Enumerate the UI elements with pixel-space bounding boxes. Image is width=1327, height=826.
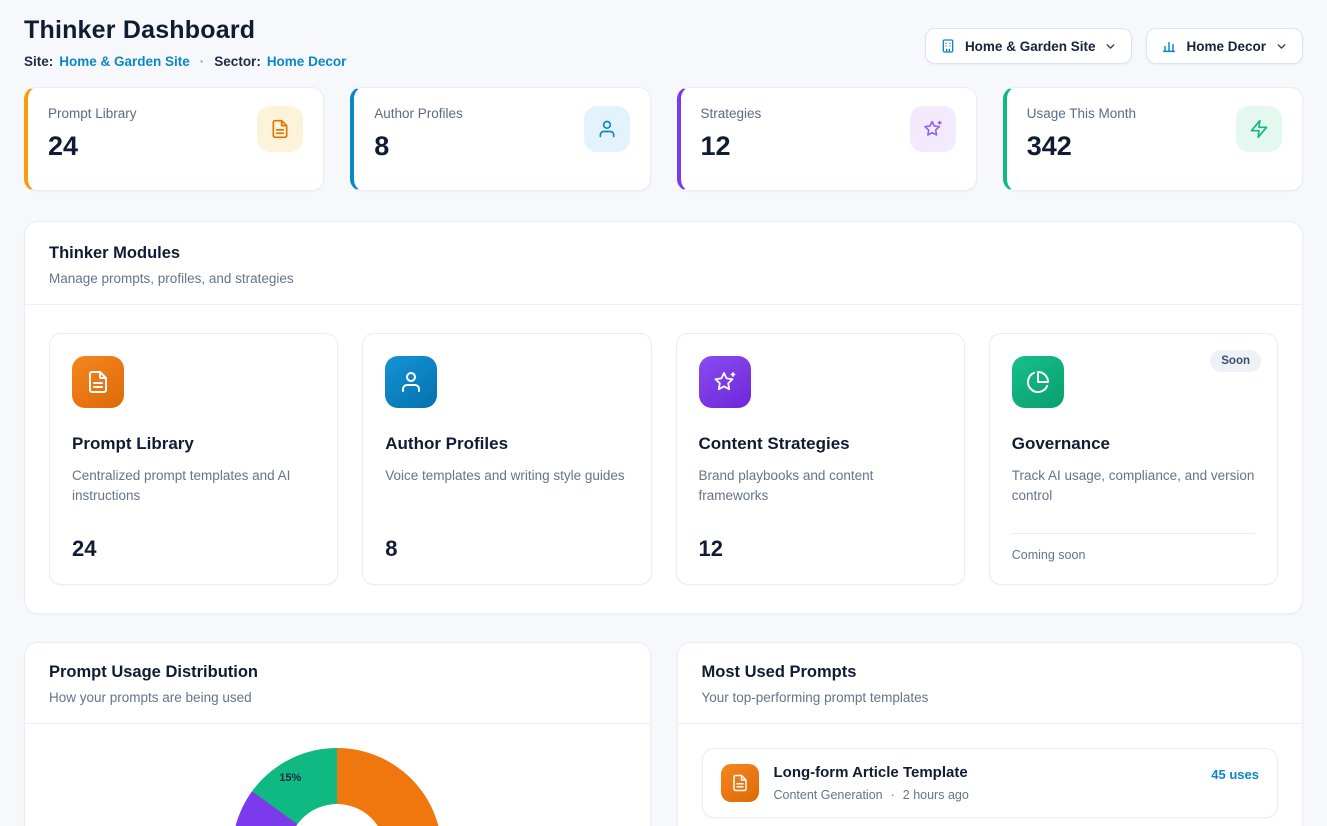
thinker-modules-section: Thinker Modules Manage prompts, profiles…	[24, 221, 1303, 614]
prompt-item-text: Long-form Article Template Content Gener…	[774, 764, 1197, 802]
most-used-prompts-panel: Most Used Prompts Your top-performing pr…	[677, 642, 1304, 826]
module-count: 12	[699, 536, 942, 562]
user-icon	[584, 106, 630, 152]
module-title: Content Strategies	[699, 434, 942, 454]
soon-badge: Soon	[1210, 350, 1261, 372]
prompt-usage-panel: Prompt Usage Distribution How your promp…	[24, 642, 651, 826]
prompts-panel-header: Most Used Prompts Your top-performing pr…	[678, 643, 1303, 723]
breadcrumb: Site: Home & Garden Site · Sector: Home …	[24, 54, 346, 69]
modules-header: Thinker Modules Manage prompts, profiles…	[25, 222, 1302, 304]
donut-slice-label: 15%	[279, 772, 301, 784]
divider	[1012, 533, 1255, 534]
prompts-panel-subtitle: Your top-performing prompt templates	[702, 690, 1279, 705]
divider	[25, 723, 650, 724]
stat-label: Author Profiles	[374, 106, 463, 121]
prompt-item-category: Content Generation	[774, 788, 883, 802]
site-selector-label: Home & Garden Site	[965, 39, 1096, 54]
sector-selector-button[interactable]: Home Decor	[1146, 28, 1303, 64]
stat-card-author-profiles: Author Profiles 8	[350, 87, 650, 191]
stat-text: Prompt Library 24	[48, 106, 137, 172]
user-icon	[385, 356, 437, 408]
module-title: Author Profiles	[385, 434, 628, 454]
chevron-down-icon	[1275, 40, 1288, 53]
header-left: Thinker Dashboard Site: Home & Garden Si…	[24, 16, 346, 69]
module-title: Governance	[1012, 434, 1255, 454]
stat-label: Usage This Month	[1027, 106, 1136, 121]
module-title: Prompt Library	[72, 434, 315, 454]
module-description: Voice templates and writing style guides	[385, 466, 628, 486]
document-icon	[721, 764, 759, 802]
site-label: Site:	[24, 54, 53, 69]
site-link[interactable]: Home & Garden Site	[59, 54, 190, 69]
sector-selector-label: Home Decor	[1186, 39, 1266, 54]
module-description: Brand playbooks and content frameworks	[699, 466, 942, 507]
stat-value: 342	[1027, 131, 1136, 162]
lightning-icon	[1236, 106, 1282, 152]
stat-label: Strategies	[701, 106, 762, 121]
sector-link[interactable]: Home Decor	[267, 54, 347, 69]
sparkle-star-icon	[699, 356, 751, 408]
sector-label: Sector:	[214, 54, 261, 69]
sparkle-star-icon	[910, 106, 956, 152]
stat-card-usage: Usage This Month 342	[1003, 87, 1303, 191]
meta-separator: ·	[891, 788, 895, 802]
modules-title: Thinker Modules	[49, 244, 1278, 263]
modules-grid: Prompt Library Centralized prompt templa…	[25, 305, 1302, 613]
module-card-prompt-library[interactable]: Prompt Library Centralized prompt templa…	[49, 333, 338, 585]
stat-label: Prompt Library	[48, 106, 137, 121]
stat-text: Strategies 12	[701, 106, 762, 172]
module-count: 24	[72, 536, 315, 562]
usage-panel-title: Prompt Usage Distribution	[49, 663, 626, 682]
module-description: Centralized prompt templates and AI inst…	[72, 466, 315, 507]
stat-cards-row: Prompt Library 24 Author Profiles 8 Stra…	[24, 87, 1303, 191]
prompt-item-meta: Content Generation · 2 hours ago	[774, 788, 1197, 802]
site-selector-button[interactable]: Home & Garden Site	[925, 28, 1133, 64]
stat-value: 12	[701, 131, 762, 162]
stat-card-prompt-library: Prompt Library 24	[24, 87, 324, 191]
prompt-item-time: 2 hours ago	[903, 788, 969, 802]
prompt-item-title: Long-form Article Template	[774, 764, 1197, 781]
header: Thinker Dashboard Site: Home & Garden Si…	[24, 16, 1303, 69]
donut-chart-wrap: 15%	[232, 748, 442, 826]
document-icon	[72, 356, 124, 408]
modules-subtitle: Manage prompts, profiles, and strategies	[49, 271, 1278, 286]
breadcrumb-separator: ·	[200, 54, 205, 69]
pie-chart-icon	[1012, 356, 1064, 408]
coming-soon-text: Coming soon	[1012, 548, 1255, 562]
module-count: 8	[385, 536, 628, 562]
usage-panel-subtitle: How your prompts are being used	[49, 690, 626, 705]
page-title: Thinker Dashboard	[24, 16, 346, 45]
stat-text: Author Profiles 8	[374, 106, 463, 172]
module-card-content-strategies[interactable]: Content Strategies Brand playbooks and c…	[676, 333, 965, 585]
header-selectors: Home & Garden Site Home Decor	[925, 28, 1303, 64]
list-item-prompt[interactable]: Long-form Article Template Content Gener…	[702, 748, 1279, 818]
usage-panel-header: Prompt Usage Distribution How your promp…	[25, 643, 650, 723]
dashboard-page: Thinker Dashboard Site: Home & Garden Si…	[0, 0, 1327, 826]
chevron-down-icon	[1104, 40, 1117, 53]
prompts-panel-title: Most Used Prompts	[702, 663, 1279, 682]
module-card-author-profiles[interactable]: Author Profiles Voice templates and writ…	[362, 333, 651, 585]
stat-value: 24	[48, 131, 137, 162]
building-icon	[940, 38, 956, 54]
document-icon	[257, 106, 303, 152]
module-card-governance[interactable]: Soon Governance Track AI usage, complian…	[989, 333, 1278, 585]
bottom-panels: Prompt Usage Distribution How your promp…	[24, 642, 1303, 826]
divider	[678, 723, 1303, 724]
prompt-item-uses: 45 uses	[1211, 767, 1259, 782]
module-description: Track AI usage, compliance, and version …	[1012, 466, 1255, 507]
bar-chart-icon	[1161, 38, 1177, 54]
stat-card-strategies: Strategies 12	[677, 87, 977, 191]
stat-text: Usage This Month 342	[1027, 106, 1136, 172]
stat-value: 8	[374, 131, 463, 162]
